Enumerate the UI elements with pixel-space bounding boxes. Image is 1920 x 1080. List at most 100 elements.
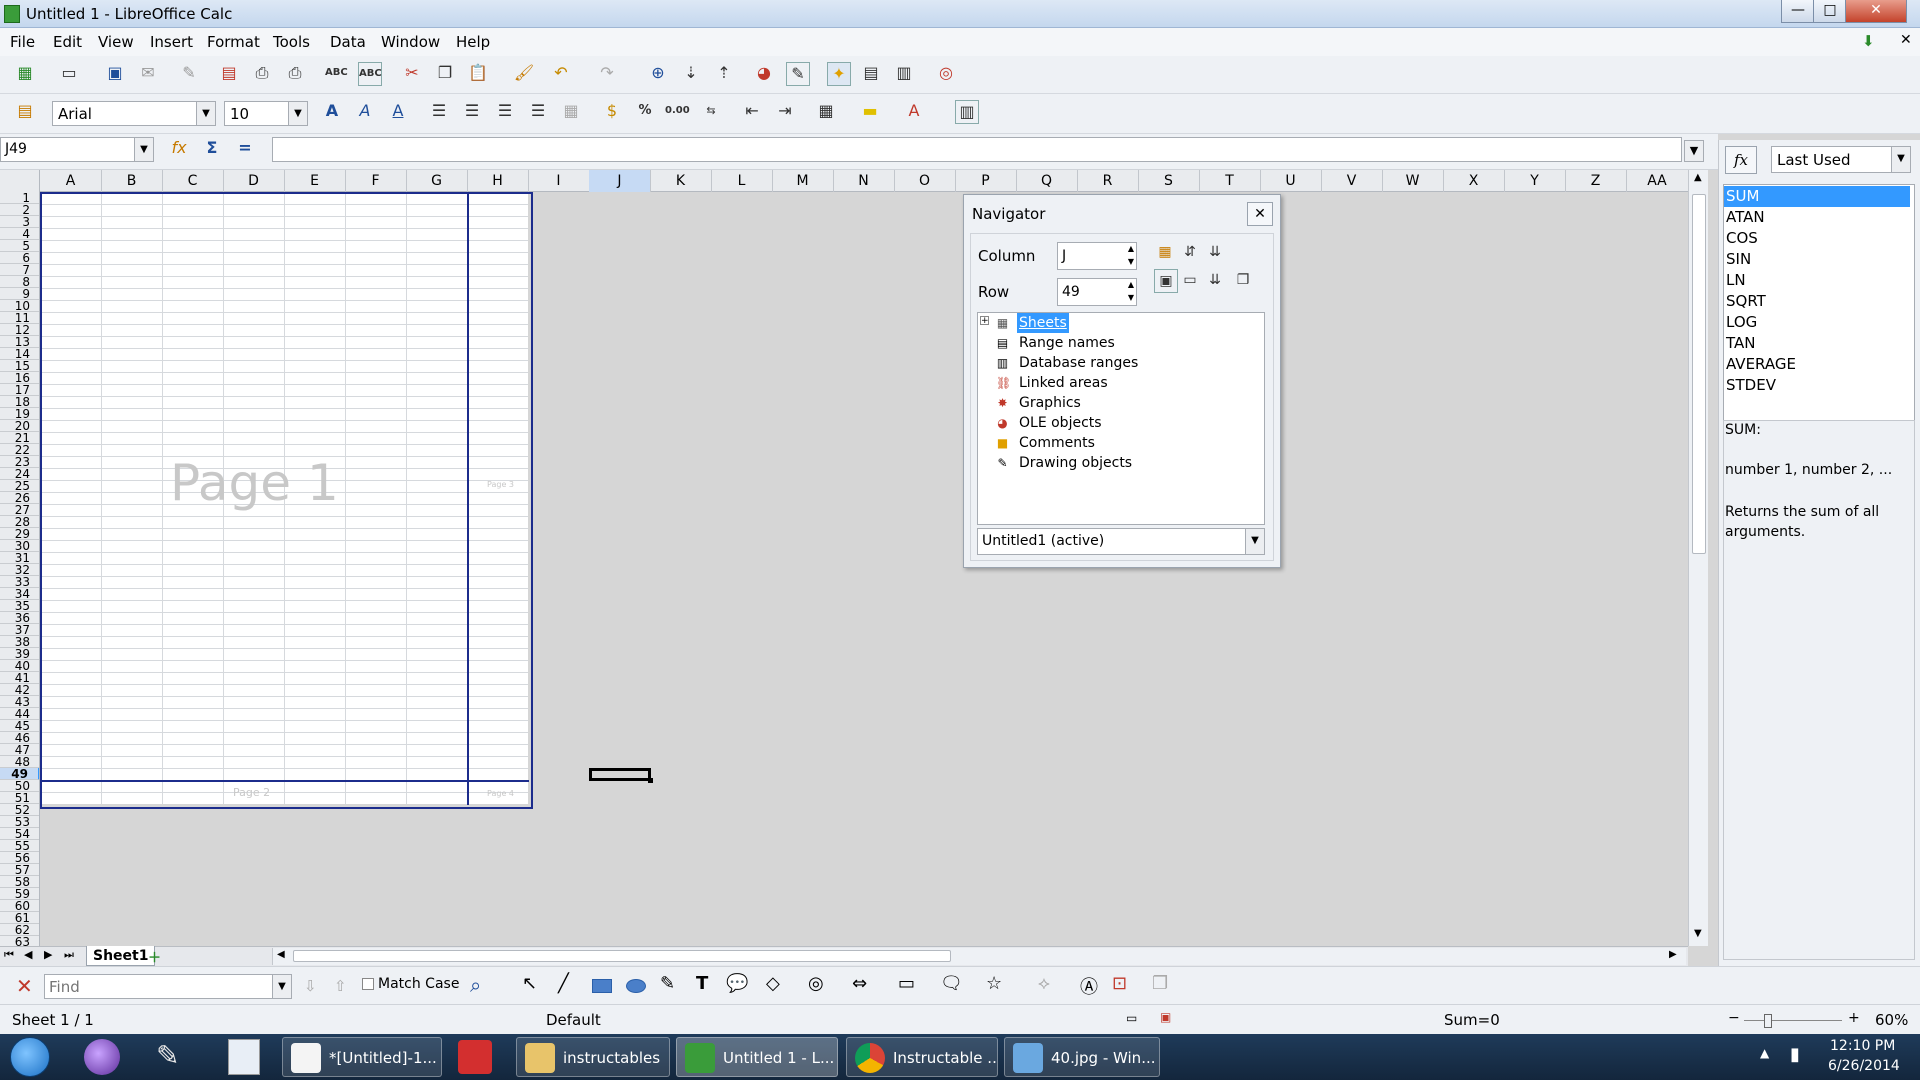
autospellcheck-icon[interactable]: ABC: [358, 62, 382, 86]
pinned-app-icon[interactable]: [458, 1040, 492, 1074]
close-document-button[interactable]: ✕: [1900, 32, 1912, 48]
taskbar-item[interactable]: instructables: [516, 1037, 670, 1077]
zoom-thumb[interactable]: [1764, 1014, 1772, 1028]
expand-icon[interactable]: +: [980, 316, 989, 326]
scenarios-icon[interactable]: ⇊: [1204, 269, 1226, 291]
document-select[interactable]: Untitled1 (active) ▼: [977, 528, 1265, 555]
selected-cell-cursor[interactable]: [589, 768, 651, 781]
spin-up-icon[interactable]: ▲: [1128, 280, 1134, 289]
selection-mode-icon[interactable]: ▭: [1126, 1011, 1137, 1025]
column-header[interactable]: S: [1138, 170, 1200, 192]
horizontal-scroll-thumb[interactable]: [293, 950, 951, 962]
row-header[interactable]: 8: [0, 276, 39, 288]
function-item[interactable]: COS: [1724, 228, 1910, 249]
scroll-right-icon[interactable]: ▶: [1669, 949, 1677, 960]
pinned-app-icon[interactable]: ✎: [156, 1039, 192, 1075]
find-replace-icon[interactable]: ⌕: [470, 973, 481, 997]
chevron-down-icon[interactable]: ▼: [196, 102, 215, 125]
column-header[interactable]: K: [650, 170, 712, 192]
maximize-button[interactable]: □: [1813, 0, 1847, 23]
column-header[interactable]: Z: [1565, 170, 1627, 192]
first-sheet-icon[interactable]: ⏮: [4, 948, 14, 962]
select-all-corner[interactable]: [0, 170, 40, 192]
new-document-icon[interactable]: ▦: [14, 62, 36, 84]
column-header[interactable]: H: [467, 170, 529, 192]
column-header[interactable]: E: [284, 170, 346, 192]
sort-ascending-icon[interactable]: ⇣: [680, 62, 702, 84]
bold-icon[interactable]: A: [321, 100, 343, 122]
sheet-grid[interactable]: Page 1 Page 2 Page 3 Page 4: [40, 192, 1688, 946]
close-find-bar-icon[interactable]: ✕: [16, 974, 33, 998]
function-wizard-icon[interactable]: fx: [168, 137, 190, 159]
contents-icon[interactable]: ▣: [1154, 269, 1178, 293]
clone-formatting-icon[interactable]: 🖌: [513, 62, 535, 84]
currency-icon[interactable]: $: [601, 100, 623, 122]
zoom-track[interactable]: [1744, 1020, 1842, 1021]
spin-down-icon[interactable]: ▼: [1128, 257, 1134, 266]
function-item[interactable]: STDEV: [1724, 375, 1910, 396]
column-header[interactable]: I: [528, 170, 590, 192]
vertical-scrollbar[interactable]: ▲ ▼: [1688, 170, 1708, 946]
column-header[interactable]: L: [711, 170, 773, 192]
start-button[interactable]: [10, 1037, 50, 1077]
column-header[interactable]: X: [1443, 170, 1505, 192]
column-header[interactable]: Q: [1016, 170, 1078, 192]
update-icon[interactable]: ⬇: [1862, 32, 1875, 50]
underline-icon[interactable]: A: [387, 100, 409, 122]
column-header[interactable]: T: [1199, 170, 1261, 192]
navigator-close-button[interactable]: ✕: [1247, 202, 1273, 226]
italic-icon[interactable]: A: [354, 100, 376, 122]
column-header[interactable]: R: [1077, 170, 1139, 192]
rectangle-icon[interactable]: [592, 979, 612, 993]
gallery-icon[interactable]: ▤: [860, 62, 882, 84]
stars-icon[interactable]: ☆: [986, 973, 1002, 994]
chevron-down-icon[interactable]: ▼: [134, 138, 153, 161]
find-next-icon[interactable]: ⇧: [334, 977, 347, 995]
next-sheet-icon[interactable]: ▶: [44, 948, 52, 961]
end-icon[interactable]: ⇊: [1204, 241, 1226, 263]
font-name-box[interactable]: Arial ▼: [52, 101, 216, 126]
row-header[interactable]: 6: [0, 252, 39, 264]
power-icon[interactable]: ▮: [1790, 1044, 1800, 1065]
cut-icon[interactable]: ✂: [401, 62, 423, 84]
zoom-out-icon[interactable]: −: [1728, 1010, 1740, 1026]
ellipse-icon[interactable]: [626, 979, 646, 993]
chevron-down-icon[interactable]: ▼: [288, 102, 307, 125]
font-color-icon[interactable]: A: [903, 100, 925, 122]
taskbar-item[interactable]: Untitled 1 - L...: [676, 1037, 838, 1077]
column-header[interactable]: AA: [1626, 170, 1689, 192]
column-header[interactable]: P: [955, 170, 1017, 192]
menu-insert[interactable]: Insert: [150, 33, 193, 51]
find-previous-icon[interactable]: ⇩: [304, 977, 317, 995]
data-sources-icon[interactable]: ▥: [893, 62, 915, 84]
insert-image-icon[interactable]: ⊡: [1112, 973, 1127, 994]
navigator-icon[interactable]: ✦: [827, 62, 851, 86]
save-icon[interactable]: ▣: [104, 62, 126, 84]
merge-cells-icon[interactable]: ▦: [560, 100, 582, 122]
horizontal-scrollbar[interactable]: ◀ ▶: [272, 948, 1686, 965]
taskbar-item[interactable]: *[Untitled]-1...: [282, 1037, 442, 1077]
align-center-icon[interactable]: ☰: [461, 100, 483, 122]
justify-icon[interactable]: ☰: [527, 100, 549, 122]
menu-data[interactable]: Data: [330, 33, 366, 51]
increase-indent-icon[interactable]: ⇥: [774, 100, 796, 122]
tree-item-drawing-objects[interactable]: Drawing objects: [1019, 453, 1132, 473]
fill-handle[interactable]: [648, 778, 653, 783]
chevron-down-icon[interactable]: ▼: [272, 975, 291, 998]
menu-view[interactable]: View: [98, 33, 134, 51]
freeform-line-icon[interactable]: ✎: [660, 973, 675, 994]
show-draw-functions-icon[interactable]: ✎: [786, 62, 810, 86]
menu-edit[interactable]: Edit: [53, 33, 82, 51]
print-icon[interactable]: ⎙: [251, 62, 273, 84]
column-header[interactable]: N: [833, 170, 895, 192]
column-header[interactable]: B: [101, 170, 163, 192]
taskbar-item[interactable]: Instructable ...: [846, 1037, 998, 1077]
symbol-shapes-icon[interactable]: ◎: [808, 973, 824, 994]
points-icon[interactable]: ⟡: [1038, 973, 1050, 994]
spin-up-icon[interactable]: ▲: [1128, 244, 1134, 253]
column-header[interactable]: U: [1260, 170, 1322, 192]
menu-window[interactable]: Window: [381, 33, 440, 51]
match-case-checkbox[interactable]: [362, 978, 374, 990]
scroll-left-icon[interactable]: ◀: [277, 949, 285, 960]
vertical-scroll-thumb[interactable]: [1692, 194, 1706, 554]
